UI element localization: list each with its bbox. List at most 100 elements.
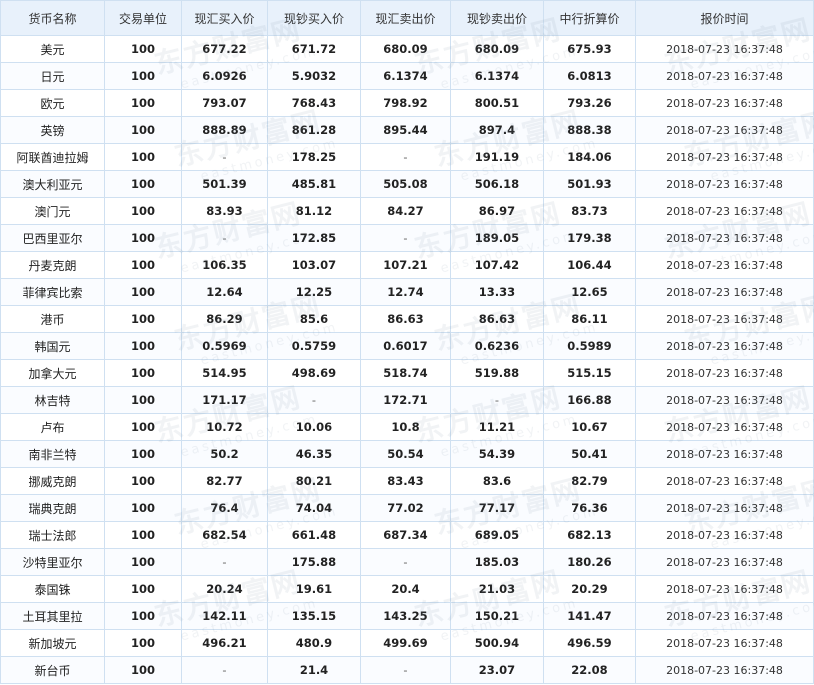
- spot-buy-cell: 0.5969: [181, 332, 268, 360]
- boc-rate-cell: 83.73: [543, 197, 636, 225]
- boc-rate-cell: 0.5989: [543, 332, 636, 360]
- spot-buy-cell: 82.77: [181, 467, 268, 495]
- trade-unit-cell: 100: [104, 629, 182, 657]
- spot-buy-cell: 83.93: [181, 197, 268, 225]
- quote-time-cell: 2018-07-23 16:37:48: [635, 305, 814, 333]
- boc-rate-cell: 501.93: [543, 170, 636, 198]
- boc-rate-cell: 20.29: [543, 575, 636, 603]
- table-row: 日元 100 6.0926 5.9032 6.1374 6.1374 6.0813 2018-…: [0, 62, 814, 90]
- cash-buy-cell: 480.9: [267, 629, 361, 657]
- spot-sell-cell: -: [360, 656, 451, 684]
- currency-name-cell: 韩国元: [0, 332, 105, 360]
- spot-buy-cell: 20.24: [181, 575, 268, 603]
- spot-sell-cell: 77.02: [360, 494, 451, 522]
- cash-buy-cell: 10.06: [267, 413, 361, 441]
- cash-buy-cell: 103.07: [267, 251, 361, 279]
- spot-buy-cell: 6.0926: [181, 62, 268, 90]
- spot-buy-cell: 677.22: [181, 35, 268, 63]
- cash-sell-cell: 0.6236: [450, 332, 544, 360]
- header-spot-buy: 现汇买入价: [181, 0, 268, 36]
- cash-buy-cell: 175.88: [267, 548, 361, 576]
- trade-unit-cell: 100: [104, 575, 182, 603]
- trade-unit-cell: 100: [104, 305, 182, 333]
- spot-sell-cell: 499.69: [360, 629, 451, 657]
- cash-buy-cell: 81.12: [267, 197, 361, 225]
- cash-sell-cell: 11.21: [450, 413, 544, 441]
- header-cash-buy: 现钞买入价: [267, 0, 361, 36]
- cash-buy-cell: 135.15: [267, 602, 361, 630]
- trade-unit-cell: 100: [104, 143, 182, 171]
- cash-sell-cell: 13.33: [450, 278, 544, 306]
- table-row: 南非兰特 100 50.2 46.35 50.54 54.39 50.41 2018-07-2…: [0, 440, 814, 468]
- currency-name-cell: 美元: [0, 35, 105, 63]
- spot-sell-cell: 20.4: [360, 575, 451, 603]
- table-row: 欧元 100 793.07 768.43 798.92 800.51 793.26 2018-…: [0, 89, 814, 117]
- currency-name-cell: 丹麦克朗: [0, 251, 105, 279]
- quote-time-cell: 2018-07-23 16:37:48: [635, 602, 814, 630]
- cash-buy-cell: 0.5759: [267, 332, 361, 360]
- boc-rate-cell: 888.38: [543, 116, 636, 144]
- currency-name-cell: 南非兰特: [0, 440, 105, 468]
- spot-sell-cell: 172.71: [360, 386, 451, 414]
- cash-buy-cell: 5.9032: [267, 62, 361, 90]
- cash-sell-cell: 23.07: [450, 656, 544, 684]
- table-row: 土耳其里拉 100 142.11 135.15 143.25 150.21 141.47 20…: [0, 602, 814, 630]
- table-row: 卢布 100 10.72 10.06 10.8 11.21 10.67 2018-07-23 …: [0, 413, 814, 441]
- cash-buy-cell: 21.4: [267, 656, 361, 684]
- trade-unit-cell: 100: [104, 521, 182, 549]
- table-row: 泰国铢 100 20.24 19.61 20.4 21.03 20.29 2018-07-23…: [0, 575, 814, 603]
- currency-name-cell: 澳门元: [0, 197, 105, 225]
- cash-buy-cell: 861.28: [267, 116, 361, 144]
- trade-unit-cell: 100: [104, 251, 182, 279]
- cash-sell-cell: 107.42: [450, 251, 544, 279]
- table-row: 澳大利亚元 100 501.39 485.81 505.08 506.18 501.93 20…: [0, 170, 814, 198]
- cash-sell-cell: 86.97: [450, 197, 544, 225]
- spot-sell-cell: 12.74: [360, 278, 451, 306]
- spot-buy-cell: 86.29: [181, 305, 268, 333]
- quote-time-cell: 2018-07-23 16:37:48: [635, 575, 814, 603]
- trade-unit-cell: 100: [104, 332, 182, 360]
- spot-sell-cell: 50.54: [360, 440, 451, 468]
- spot-sell-cell: 0.6017: [360, 332, 451, 360]
- quote-time-cell: 2018-07-23 16:37:48: [635, 440, 814, 468]
- currency-name-cell: 瑞典克朗: [0, 494, 105, 522]
- cash-sell-cell: 86.63: [450, 305, 544, 333]
- trade-unit-cell: 100: [104, 440, 182, 468]
- table-row: 瑞士法郎 100 682.54 661.48 687.34 689.05 682.13 201…: [0, 521, 814, 549]
- spot-buy-cell: 793.07: [181, 89, 268, 117]
- table-row: 阿联酋迪拉姆 100-178.25-191.19 184.06 2018-07-23 …: [0, 143, 814, 171]
- trade-unit-cell: 100: [104, 89, 182, 117]
- spot-sell-cell: 10.8: [360, 413, 451, 441]
- cash-buy-cell: 19.61: [267, 575, 361, 603]
- spot-sell-cell: -: [360, 143, 451, 171]
- cash-sell-cell: 185.03: [450, 548, 544, 576]
- currency-name-cell: 土耳其里拉: [0, 602, 105, 630]
- quote-time-cell: 2018-07-23 16:37:48: [635, 548, 814, 576]
- spot-buy-cell: 496.21: [181, 629, 268, 657]
- cash-sell-cell: 191.19: [450, 143, 544, 171]
- header-cash-sell: 现钞卖出价: [450, 0, 544, 36]
- spot-sell-cell: 143.25: [360, 602, 451, 630]
- trade-unit-cell: 100: [104, 197, 182, 225]
- trade-unit-cell: 100: [104, 467, 182, 495]
- boc-rate-cell: 86.11: [543, 305, 636, 333]
- table-row: 沙特里亚尔 100-175.88-185.03 180.26 2018-07-23 1…: [0, 548, 814, 576]
- spot-sell-cell: 84.27: [360, 197, 451, 225]
- trade-unit-cell: 100: [104, 116, 182, 144]
- cash-buy-cell: -: [267, 386, 361, 414]
- trade-unit-cell: 100: [104, 224, 182, 252]
- quote-time-cell: 2018-07-23 16:37:48: [635, 224, 814, 252]
- boc-rate-cell: 76.36: [543, 494, 636, 522]
- trade-unit-cell: 100: [104, 35, 182, 63]
- boc-rate-cell: 184.06: [543, 143, 636, 171]
- quote-time-cell: 2018-07-23 16:37:48: [635, 251, 814, 279]
- cash-buy-cell: 12.25: [267, 278, 361, 306]
- trade-unit-cell: 100: [104, 62, 182, 90]
- spot-buy-cell: 888.89: [181, 116, 268, 144]
- table-row: 加拿大元 100 514.95 498.69 518.74 519.88 515.15 201…: [0, 359, 814, 387]
- table-row: 英镑 100 888.89 861.28 895.44 897.4 888.38 2018-0…: [0, 116, 814, 144]
- currency-name-cell: 港币: [0, 305, 105, 333]
- spot-sell-cell: -: [360, 548, 451, 576]
- spot-sell-cell: 86.63: [360, 305, 451, 333]
- spot-sell-cell: 6.1374: [360, 62, 451, 90]
